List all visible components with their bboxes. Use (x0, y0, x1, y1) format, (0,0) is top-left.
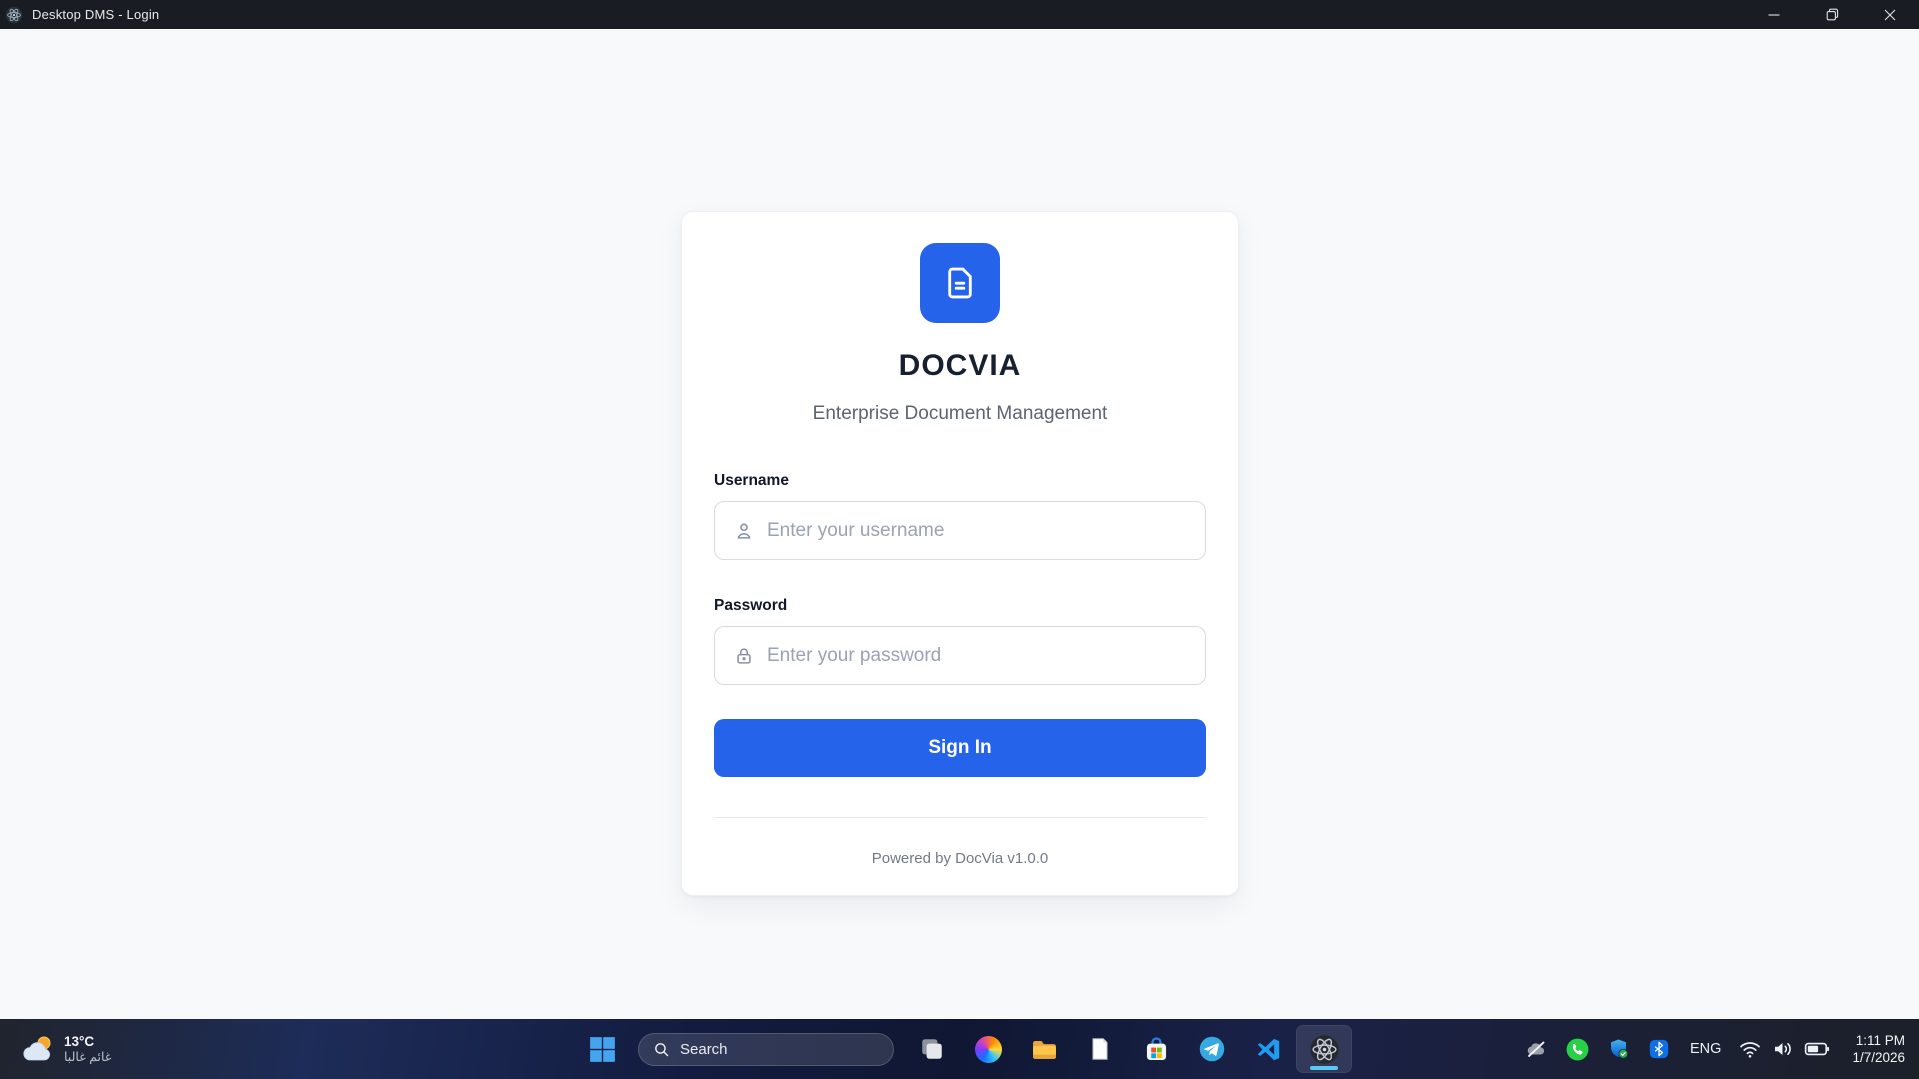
username-input[interactable] (714, 501, 1206, 560)
electron-app-icon (1309, 1034, 1340, 1065)
telegram-button[interactable] (1184, 1025, 1240, 1073)
battery-tray-button[interactable] (1804, 1036, 1830, 1062)
volume-icon (1771, 1037, 1795, 1061)
weather-widget[interactable]: 13°C غائم غالبا (20, 1019, 111, 1079)
desktop-screen: Desktop DMS - Login (0, 0, 1919, 1079)
bluetooth-tray-button[interactable] (1648, 1038, 1670, 1060)
whatsapp-icon (1565, 1037, 1590, 1062)
app-window-icon (5, 6, 23, 24)
lock-icon (733, 645, 755, 667)
close-button[interactable] (1861, 0, 1919, 29)
file-explorer-button[interactable] (1016, 1025, 1072, 1073)
microsoft-store-button[interactable] (1128, 1025, 1184, 1073)
security-shield-icon (1607, 1037, 1631, 1061)
active-app-indicator (1310, 1066, 1338, 1070)
task-view-button[interactable] (904, 1025, 960, 1073)
taskbar-clock[interactable]: 1:11 PM 1/7/2026 (1852, 1032, 1905, 1066)
battery-icon (1804, 1036, 1830, 1062)
partly-cloudy-icon (20, 1034, 56, 1064)
vscode-button[interactable] (1240, 1025, 1296, 1073)
app-logo (920, 243, 1000, 323)
notepad-button[interactable] (1072, 1025, 1128, 1073)
taskbar-search[interactable]: Search (638, 1033, 894, 1066)
restore-icon (1826, 8, 1839, 21)
microsoft-store-icon (1143, 1036, 1170, 1063)
app-name-heading: DOCVIA (714, 349, 1206, 383)
window-titlebar: Desktop DMS - Login (0, 0, 1919, 29)
clock-date: 1/7/2026 (1852, 1049, 1905, 1066)
desktop-content: DOCVIA Enterprise Document Management Us… (0, 29, 1919, 1019)
task-view-icon (919, 1036, 945, 1062)
system-tray: ENG (1524, 1019, 1919, 1079)
weather-temperature: 13°C (64, 1034, 111, 1050)
clock-time: 1:11 PM (1852, 1032, 1905, 1049)
telegram-icon (1198, 1035, 1226, 1063)
onedrive-offline-button[interactable] (1524, 1037, 1548, 1061)
search-icon (653, 1041, 670, 1058)
close-icon (1884, 9, 1896, 21)
start-button[interactable] (582, 1029, 622, 1069)
user-icon (733, 520, 755, 542)
wifi-icon (1738, 1037, 1762, 1061)
card-divider (714, 817, 1206, 818)
wifi-tray-button[interactable] (1738, 1037, 1762, 1061)
search-label: Search (680, 1041, 728, 1058)
vscode-icon (1255, 1036, 1282, 1063)
sign-in-button[interactable]: Sign In (714, 719, 1206, 777)
username-label: Username (714, 472, 1206, 490)
password-field-wrap (714, 626, 1206, 685)
login-card: DOCVIA Enterprise Document Management Us… (681, 211, 1239, 896)
whatsapp-tray-button[interactable] (1565, 1037, 1590, 1062)
cloud-offline-icon (1524, 1037, 1548, 1061)
weather-condition: غائم غالبا (64, 1050, 111, 1065)
bluetooth-icon (1648, 1038, 1670, 1060)
minimize-icon (1768, 9, 1780, 21)
weather-text: 13°C غائم غالبا (64, 1034, 111, 1065)
document-icon (941, 264, 979, 302)
file-explorer-icon (1030, 1035, 1059, 1064)
minimize-button[interactable] (1745, 0, 1803, 29)
copilot-icon (975, 1036, 1002, 1063)
restore-button[interactable] (1803, 0, 1861, 29)
app-tagline: Enterprise Document Management (714, 403, 1206, 425)
desktop-dms-app-button[interactable] (1296, 1025, 1352, 1073)
taskbar: 13°C غائم غالبا Search (0, 1019, 1919, 1079)
password-label: Password (714, 597, 1206, 615)
taskbar-apps (904, 1019, 1352, 1079)
language-indicator[interactable]: ENG (1690, 1041, 1721, 1057)
window-title: Desktop DMS - Login (32, 7, 159, 22)
username-field-wrap (714, 501, 1206, 560)
windows-start-icon (589, 1036, 616, 1063)
windows-security-button[interactable] (1607, 1037, 1631, 1061)
powered-by-text: Powered by DocVia v1.0.0 (714, 850, 1206, 867)
volume-tray-button[interactable] (1771, 1037, 1795, 1061)
copilot-button[interactable] (960, 1025, 1016, 1073)
password-input[interactable] (714, 626, 1206, 685)
notepad-icon (1087, 1036, 1113, 1062)
